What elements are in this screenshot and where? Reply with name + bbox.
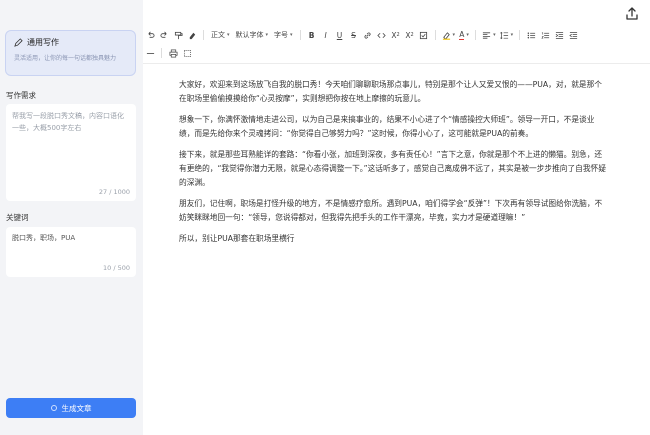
- keywords-input[interactable]: 脱口秀，职场，PUA 10 / 500: [6, 227, 136, 277]
- left-panel: 通用写作 灵活适用，让你的每一句话都独具魅力 写作需求 帮我写一段脱口秀文稿，内…: [0, 0, 143, 435]
- toolbar-divider: [203, 30, 204, 40]
- generate-article-button[interactable]: 生成文章: [6, 398, 136, 418]
- code-icon[interactable]: [375, 28, 389, 42]
- indent-icon[interactable]: [552, 28, 566, 42]
- select-all-icon[interactable]: [180, 46, 194, 60]
- underline-icon[interactable]: U: [333, 28, 347, 42]
- line-height-icon[interactable]: ▾: [498, 28, 516, 42]
- divider-icon[interactable]: [143, 46, 157, 60]
- toolbar-divider: [475, 30, 477, 40]
- document-paragraph: 想象一下，你满怀激情地走进公司，以为自己是来搞事业的，结果不小心进了个“情感操控…: [179, 115, 595, 138]
- mode-description: 灵活适用，让你的每一句话都独具魅力: [14, 55, 117, 62]
- italic-icon[interactable]: I: [319, 28, 333, 42]
- document-paragraph: 接下来，就是那些耳熟能详的套路：“你看小张，加班到深夜，多有责任心！”言下之意，…: [179, 150, 606, 187]
- document-paragraph: 朋友们，记住啊，职场是打怪升级的地方，不是情感疗愈所。遇到PUA，咱们得学会“反…: [179, 199, 603, 222]
- link-icon[interactable]: [361, 28, 375, 42]
- toolbar-divider: [519, 30, 521, 40]
- keywords-label: 关键词: [6, 213, 29, 222]
- share-icon[interactable]: [624, 6, 640, 22]
- bullet-list-icon[interactable]: [524, 28, 538, 42]
- font-size-select[interactable]: 字号 ▾: [271, 28, 296, 42]
- bold-icon[interactable]: B: [305, 28, 319, 42]
- keywords-char-count: 10 / 500: [103, 264, 130, 272]
- pen-icon: [14, 38, 23, 47]
- format-painter-icon[interactable]: [171, 28, 185, 42]
- print-icon[interactable]: [166, 46, 180, 60]
- superscript-icon[interactable]: X2: [403, 28, 417, 42]
- mode-title: 通用写作: [27, 38, 59, 47]
- document-body[interactable]: 大家好，欢迎来到这场放飞自我的脱口秀！今天咱们聊聊职场那点事儿，特别是那个让人又…: [179, 78, 609, 253]
- highlight-icon[interactable]: ▾: [440, 28, 458, 42]
- paragraph-style-select[interactable]: 正文 ▾: [208, 28, 233, 42]
- loading-circle-icon: [50, 405, 57, 411]
- clear-format-icon[interactable]: [185, 28, 199, 42]
- writing-mode-card[interactable]: 通用写作 灵活适用，让你的每一句话都独具魅力: [5, 30, 136, 76]
- requirement-char-count: 27 / 1000: [98, 188, 130, 196]
- checkbox-icon[interactable]: [417, 28, 431, 42]
- toolbar-divider: [299, 30, 301, 40]
- outdent-icon[interactable]: [566, 28, 580, 42]
- subscript-icon[interactable]: X2: [389, 28, 403, 42]
- strikethrough-icon[interactable]: S: [347, 28, 361, 42]
- generate-button-label: 生成文章: [61, 403, 92, 413]
- document-paragraph: 大家好，欢迎来到这场放飞自我的脱口秀！今天咱们聊聊职场那点事儿，特别是那个让人又…: [179, 80, 602, 103]
- ordered-list-icon[interactable]: [538, 28, 552, 42]
- align-icon[interactable]: ▾: [480, 28, 498, 42]
- document-paragraph: 所以，别让PUA那套在职场里横行: [179, 234, 295, 243]
- requirement-textarea[interactable]: 帮我写一段脱口秀文稿，内容口语化一些，大概500字左右 27 / 1000: [6, 104, 136, 201]
- editor-toolbar: 正文 ▾ 默认字体 ▾ 字号 ▾ B I U S X2 X2 ▾ A ▾ ▾ ▾: [143, 24, 650, 64]
- requirement-placeholder: 帮我写一段脱口秀文稿，内容口语化一些，大概500字左右: [12, 112, 124, 132]
- keywords-value: 脱口秀，职场，PUA: [12, 234, 76, 242]
- toolbar-divider: [161, 48, 162, 58]
- undo-icon[interactable]: [143, 28, 157, 42]
- toolbar-divider: [434, 30, 436, 40]
- requirement-label: 写作需求: [6, 91, 36, 100]
- redo-icon[interactable]: [157, 28, 171, 42]
- font-color-icon[interactable]: A ▾: [457, 28, 471, 42]
- font-family-select[interactable]: 默认字体 ▾: [233, 28, 272, 42]
